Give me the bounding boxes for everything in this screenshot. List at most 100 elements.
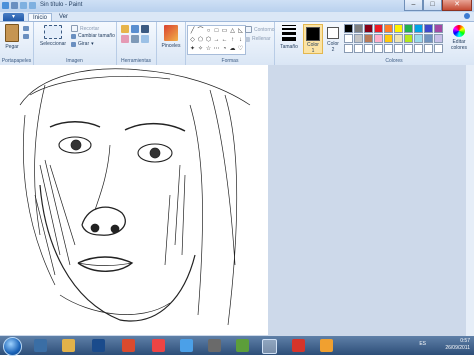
shape-item[interactable]: △ — [229, 27, 236, 35]
palette-swatch[interactable] — [374, 34, 383, 43]
copy-icon[interactable] — [23, 34, 29, 39]
redo-icon[interactable] — [29, 2, 36, 9]
palette-swatch[interactable] — [394, 34, 403, 43]
palette-swatch[interactable] — [374, 44, 383, 53]
paste-button[interactable]: Pegar — [3, 24, 21, 50]
shape-item[interactable]: ♡ — [237, 45, 244, 53]
color2-button[interactable]: Color 2 — [324, 24, 342, 53]
clock[interactable]: 0:57 26/09/2011 — [445, 338, 470, 352]
palette-swatch[interactable] — [354, 34, 363, 43]
palette-swatch[interactable] — [414, 44, 423, 53]
tools-group-label: Herramientas — [120, 58, 151, 64]
start-button[interactable] — [3, 337, 22, 356]
shape-item[interactable]: ╱ — [189, 27, 196, 35]
shape-item[interactable]: ◺ — [237, 27, 244, 35]
paint-taskbar-icon[interactable] — [262, 339, 277, 354]
pencil-icon[interactable] — [121, 25, 129, 33]
shape-item[interactable]: ◔ — [221, 45, 228, 53]
brushes-button[interactable]: Pinceles — [159, 25, 183, 49]
palette-swatch[interactable] — [354, 44, 363, 53]
outline-button[interactable]: Contorno — [245, 26, 275, 33]
color1-button[interactable]: Color 1 — [303, 24, 323, 54]
size-button[interactable]: Tamaño — [277, 25, 301, 50]
palette-swatch[interactable] — [364, 24, 373, 33]
drawing-canvas[interactable] — [0, 65, 268, 335]
app-icon[interactable] — [236, 339, 249, 352]
shape-item[interactable]: → — [213, 36, 220, 44]
minimize-button[interactable]: – — [404, 0, 423, 11]
shape-item[interactable]: ↓ — [237, 36, 244, 44]
palette-swatch[interactable] — [364, 34, 373, 43]
palette-swatch[interactable] — [374, 24, 383, 33]
undo-icon[interactable] — [20, 2, 27, 9]
shape-item[interactable]: ⬡ — [205, 36, 212, 44]
shape-item[interactable]: ↑ — [229, 36, 236, 44]
palette-swatch[interactable] — [424, 24, 433, 33]
palette-swatch[interactable] — [414, 34, 423, 43]
line-width-icon — [282, 25, 296, 41]
fill-bucket-icon[interactable] — [131, 25, 139, 33]
palette-swatch[interactable] — [394, 44, 403, 53]
select-button[interactable]: Seleccionar — [38, 25, 68, 47]
skype-icon[interactable] — [180, 339, 193, 352]
palette-swatch[interactable] — [424, 34, 433, 43]
palette-swatch[interactable] — [394, 24, 403, 33]
edit-colors-button[interactable]: Editar colores — [446, 25, 472, 51]
palette-swatch[interactable] — [404, 34, 413, 43]
tab-view[interactable]: Ver — [55, 13, 72, 21]
resize-button[interactable]: Cambiar tamaño — [71, 33, 115, 39]
fill-button[interactable]: Rellenar — [245, 36, 271, 42]
color-picker-icon[interactable] — [131, 35, 139, 43]
shape-item[interactable]: ☆ — [205, 45, 212, 53]
palette-swatch[interactable] — [434, 34, 443, 43]
chrome-icon[interactable] — [152, 339, 165, 352]
shape-item[interactable]: ✧ — [197, 45, 204, 53]
palette-swatch[interactable] — [384, 44, 393, 53]
palette-swatch[interactable] — [434, 44, 443, 53]
maximize-button[interactable]: □ — [423, 0, 442, 11]
shape-item[interactable]: ⌒ — [197, 27, 204, 35]
shape-item[interactable]: ◇ — [189, 36, 196, 44]
paint-app-icon[interactable] — [2, 2, 9, 9]
paste-label: Pegar — [5, 44, 19, 50]
save-icon[interactable] — [11, 2, 18, 9]
text-icon[interactable] — [141, 25, 149, 33]
eraser-icon[interactable] — [121, 35, 129, 43]
shape-item[interactable]: ← — [221, 36, 228, 44]
app-icon[interactable] — [320, 339, 333, 352]
shape-item[interactable]: ⬠ — [197, 36, 204, 44]
help-icon[interactable] — [464, 13, 470, 19]
palette-swatch[interactable] — [424, 44, 433, 53]
palette-swatch[interactable] — [404, 44, 413, 53]
close-button[interactable]: ✕ — [442, 0, 472, 11]
cut-icon[interactable] — [23, 26, 29, 31]
palette-swatch[interactable] — [384, 34, 393, 43]
shape-item[interactable]: ⋯ — [213, 45, 220, 53]
palette-swatch[interactable] — [384, 24, 393, 33]
shape-item[interactable]: ○ — [205, 27, 212, 35]
magnifier-icon[interactable] — [141, 35, 149, 43]
media-player-icon[interactable] — [122, 339, 135, 352]
shape-item[interactable]: ▭ — [221, 27, 228, 35]
shape-item[interactable]: ☁ — [229, 45, 236, 53]
folder-icon[interactable] — [62, 339, 75, 352]
palette-swatch[interactable] — [344, 44, 353, 53]
palette-swatch[interactable] — [364, 44, 373, 53]
shape-item[interactable]: ✦ — [189, 45, 196, 53]
palette-swatch[interactable] — [344, 24, 353, 33]
palette-swatch[interactable] — [354, 24, 363, 33]
paint-menu-button[interactable]: ▾ — [3, 13, 24, 21]
language-indicator[interactable]: ES — [419, 341, 426, 347]
palette-swatch[interactable] — [404, 24, 413, 33]
palette-swatch[interactable] — [434, 24, 443, 33]
ie-icon[interactable] — [34, 339, 47, 352]
rotate-button[interactable]: Girar ▾ — [71, 41, 94, 47]
shape-item[interactable]: □ — [213, 27, 220, 35]
photoshop-icon[interactable] — [92, 339, 105, 352]
app-icon[interactable] — [208, 339, 221, 352]
palette-swatch[interactable] — [344, 34, 353, 43]
vertical-scrollbar[interactable] — [466, 65, 474, 337]
crop-button[interactable]: Recortar — [71, 25, 99, 32]
palette-swatch[interactable] — [414, 24, 423, 33]
app-icon[interactable] — [292, 339, 305, 352]
